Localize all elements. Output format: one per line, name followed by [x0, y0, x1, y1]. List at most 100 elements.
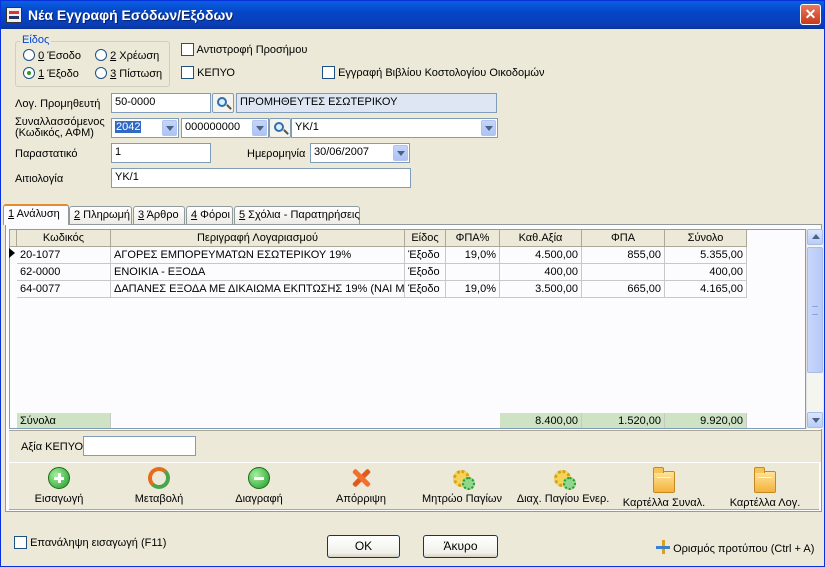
supplier-account-search-button[interactable] — [212, 93, 234, 113]
cancel-button[interactable]: Άκυρο — [423, 535, 498, 558]
table-row-cell[interactable]: 5.355,00 — [665, 247, 747, 264]
radio-debit[interactable]: 2 Χρέωση — [95, 49, 159, 62]
table-row-cell[interactable]: 400,00 — [500, 264, 582, 281]
radio-expense-indicator[interactable] — [23, 67, 35, 79]
table-row-cell[interactable]: 4.165,00 — [665, 281, 747, 298]
counterparty-search-button[interactable] — [269, 118, 291, 138]
close-button[interactable]: ✕ — [800, 4, 821, 25]
chevron-down-icon[interactable] — [393, 145, 408, 161]
tab-comments[interactable]: 5 Σχόλια - Παρατηρήσεις — [234, 206, 360, 224]
chevron-down-icon[interactable] — [252, 120, 267, 136]
kepyo-box[interactable] — [181, 66, 194, 79]
document-input[interactable]: 1 — [111, 143, 211, 163]
counterparty-name-combo[interactable]: ΥΚ/1 — [291, 118, 498, 138]
search-icon-handle — [226, 104, 232, 110]
building-cost-book-checkbox[interactable]: Εγγραφή Βιβλίου Κοστολογίου Οικοδομών — [322, 66, 545, 79]
kepyo-value-input[interactable] — [83, 436, 196, 456]
justification-input[interactable]: ΥΚ/1 — [111, 168, 411, 188]
table-row-cell[interactable]: 400,00 — [665, 264, 747, 281]
counterparty-card-button-label: Καρτέλλα Συναλ. — [622, 497, 706, 509]
table-row-cell[interactable]: 855,00 — [582, 247, 665, 264]
totals-vat: 1.520,00 — [582, 413, 665, 428]
chevron-down-icon[interactable] — [162, 120, 177, 136]
reject-button[interactable]: Απόρριψη — [311, 467, 411, 509]
column-header-vat[interactable]: ΦΠΑ — [582, 230, 665, 247]
column-header-vat-rate[interactable]: ΦΠΑ% — [446, 230, 500, 247]
reverse-sign-box[interactable] — [181, 43, 194, 56]
scroll-up-icon[interactable] — [807, 229, 823, 245]
refresh-icon — [148, 467, 170, 489]
column-header-total[interactable]: Σύνολο — [665, 230, 747, 247]
table-row-cell[interactable]: ΕΝΟΙΚΙΑ - ΕΞΟΔΑ — [111, 264, 405, 281]
tab-payment[interactable]: 2 Πληρωμή — [69, 206, 132, 224]
add-icon — [48, 467, 70, 489]
radio-expense-label: Έξοδο — [44, 68, 79, 80]
counterparty-card-button[interactable]: Καρτέλλα Συναλ. — [614, 467, 714, 509]
column-header-description[interactable]: Περιγραφή Λογαριασμού — [111, 230, 405, 247]
remove-icon — [248, 467, 270, 489]
reverse-sign-checkbox[interactable]: Αντιστροφή Προσήμου — [181, 43, 307, 56]
table-row-cell[interactable]: 19,0% — [446, 247, 500, 264]
asset-management-button[interactable]: Διαχ. Παγίου Ενερ. — [513, 467, 613, 509]
column-header-type[interactable]: Είδος — [405, 230, 446, 247]
radio-credit[interactable]: 3 Πίστωση — [95, 67, 162, 80]
tab-article[interactable]: 3 Άρθρο — [133, 206, 185, 224]
building-cost-book-label: Εγγραφή Βιβλίου Κοστολογίου Οικοδομών — [338, 67, 545, 79]
repeat-entry-box[interactable] — [14, 536, 27, 549]
chevron-down-icon[interactable] — [481, 120, 496, 136]
column-header-code[interactable]: Κωδικός — [17, 230, 111, 247]
asset-register-button[interactable]: Μητρώο Παγίων — [412, 467, 512, 509]
radio-expense[interactable]: 1 Έξοδο — [23, 67, 79, 80]
radio-income-indicator[interactable] — [23, 49, 35, 61]
table-row-cell[interactable]: 20-1077 — [17, 247, 111, 264]
delete-button[interactable]: Διαγραφή — [209, 467, 309, 509]
table-row-cell[interactable] — [446, 264, 500, 281]
counterparty-code-combo[interactable]: 2042 — [111, 118, 179, 138]
kepyo-checkbox[interactable]: ΚΕΠΥΟ — [181, 66, 235, 79]
totals-net-value: 8.400,00 — [500, 413, 582, 428]
grid-vertical-scrollbar[interactable] — [806, 229, 823, 429]
tab-comments-label: Σχόλια - Παρατηρήσεις — [245, 209, 360, 221]
window-title: Νέα Εγγραφή Εσόδων/Εξόδων — [28, 7, 234, 23]
table-row-cell[interactable]: 665,00 — [582, 281, 665, 298]
search-icon-handle — [283, 129, 289, 135]
scroll-thumb[interactable] — [807, 247, 823, 373]
insert-button[interactable]: Εισαγωγή — [9, 467, 109, 509]
tab-article-label: Άρθρο — [144, 209, 179, 221]
tab-taxes[interactable]: 4 Φόροι — [186, 206, 233, 224]
radio-debit-indicator[interactable] — [95, 49, 107, 61]
app-icon — [6, 7, 22, 23]
repeat-entry-checkbox[interactable]: Επανάληψη εισαγωγή (F11) — [14, 536, 166, 549]
building-cost-book-box[interactable] — [322, 66, 335, 79]
table-row-cell[interactable]: ΔΑΠΑΝΕΣ ΕΞΟΔΑ ΜΕ ΔΙΚΑΙΩΜΑ ΕΚΠΤΩΣΗΣ 19% (… — [111, 281, 405, 298]
title-bar[interactable]: Νέα Εγγραφή Εσόδων/Εξόδων ✕ — [1, 1, 824, 29]
column-header-net-value[interactable]: Καθ.Αξία — [500, 230, 582, 247]
close-icon: ✕ — [804, 6, 817, 22]
document-label: Παραστατικό — [15, 148, 78, 160]
type-groupbox — [15, 41, 170, 87]
kepyo-label: ΚΕΠΥΟ — [197, 67, 235, 79]
table-row-cell[interactable]: 3.500,00 — [500, 281, 582, 298]
tab-analysis[interactable]: 1 Ανάλυση — [3, 204, 69, 225]
table-row-cell[interactable]: 4.500,00 — [500, 247, 582, 264]
table-row-cell[interactable] — [582, 264, 665, 281]
modify-button[interactable]: Μεταβολή — [109, 467, 209, 509]
gears-icon — [552, 467, 576, 490]
table-row-cell[interactable]: ΑΓΟΡΕΣ ΕΜΠΟΡΕΥΜΑΤΩΝ ΕΣΩΤΕΡΙΚΟΥ 19% — [111, 247, 405, 264]
radio-credit-indicator[interactable] — [95, 67, 107, 79]
table-row-cell[interactable]: 62-0000 — [17, 264, 111, 281]
account-card-button[interactable]: Καρτέλλα Λογ. — [715, 467, 815, 509]
folder-icon — [754, 467, 776, 493]
date-picker[interactable]: 30/06/2007 — [310, 143, 410, 163]
counterparty-afm-combo[interactable]: 000000000 — [181, 118, 269, 138]
radio-income[interactable]: 0 Έσοδο — [23, 49, 81, 62]
table-row-cell[interactable]: Έξοδο — [405, 247, 446, 264]
table-row-cell[interactable]: 19,0% — [446, 281, 500, 298]
supplier-account-input[interactable]: 50-0000 — [111, 93, 211, 113]
table-row-cell[interactable]: Έξοδο — [405, 264, 446, 281]
set-template-link[interactable]: Ορισμός προτύπου (Ctrl + A) — [656, 540, 814, 555]
scroll-down-icon[interactable] — [807, 412, 823, 428]
table-row-cell[interactable]: Έξοδο — [405, 281, 446, 298]
table-row-cell[interactable]: 64-0077 — [17, 281, 111, 298]
ok-button[interactable]: OK — [327, 535, 400, 558]
